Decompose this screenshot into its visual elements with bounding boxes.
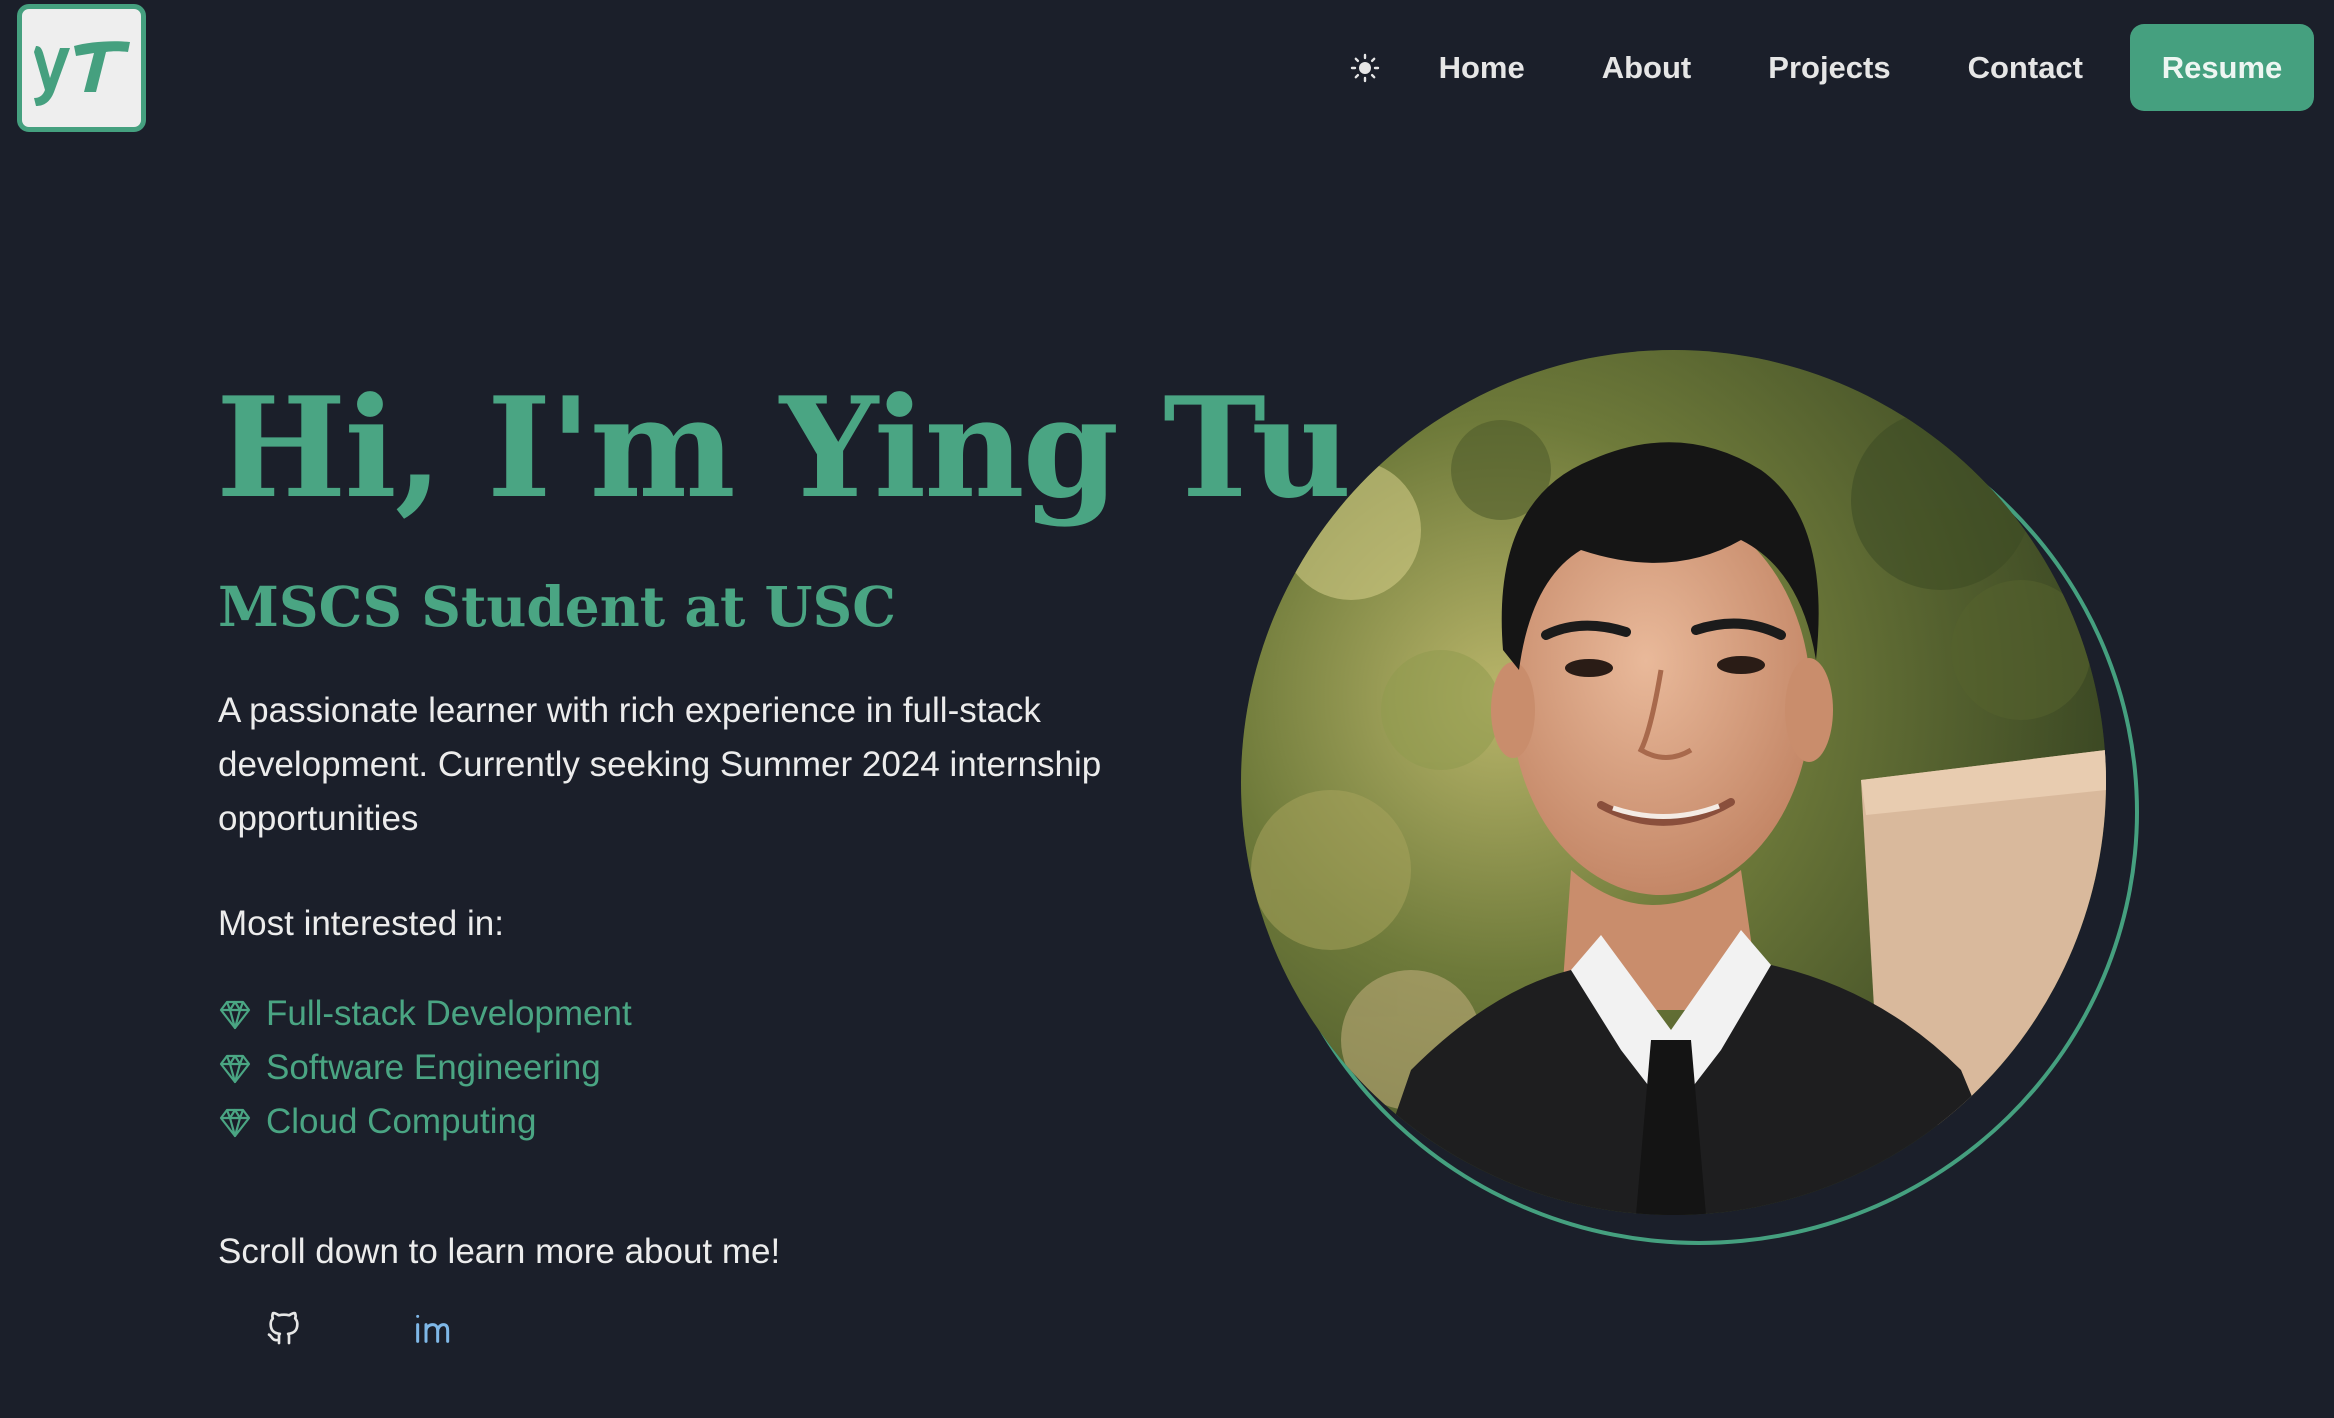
profile-photo	[1241, 350, 2106, 1215]
logo[interactable]	[17, 4, 146, 132]
github-link[interactable]	[262, 1306, 306, 1350]
gem-icon	[218, 1051, 252, 1085]
hero-subtitle: MSCS Student at USC	[218, 574, 896, 639]
gem-icon	[218, 1105, 252, 1139]
interests-heading: Most interested in:	[218, 904, 504, 943]
linkedin-link[interactable]	[409, 1306, 453, 1350]
linkedin-icon	[416, 1314, 450, 1343]
nav-projects-link[interactable]: Projects	[1768, 50, 1890, 86]
nav-contact-link[interactable]: Contact	[1968, 50, 2083, 86]
nav-about-link[interactable]: About	[1602, 50, 1692, 86]
sun-icon	[1350, 53, 1379, 82]
nav-home-link[interactable]: Home	[1439, 50, 1525, 86]
list-item: Cloud Computing	[218, 1095, 632, 1149]
hero-description: A passionate learner with rich experienc…	[218, 691, 1102, 838]
scroll-note: Scroll down to learn more about me!	[218, 1232, 781, 1271]
hero-title: Hi, I'm Ying Tu	[216, 366, 1351, 529]
interests-list: Full-stack Development Software Engineer…	[218, 987, 632, 1149]
yt-logo-icon	[33, 41, 130, 106]
list-item: Full-stack Development	[218, 987, 632, 1041]
theme-toggle-button[interactable]	[1335, 38, 1395, 98]
github-icon	[267, 1311, 299, 1345]
interest-label: Cloud Computing	[266, 1102, 537, 1141]
resume-button[interactable]: Resume	[2130, 24, 2314, 111]
list-item: Software Engineering	[218, 1041, 632, 1095]
gem-icon	[218, 997, 252, 1031]
interest-label: Full-stack Development	[266, 994, 632, 1033]
social-links	[262, 1306, 453, 1350]
main-nav: Home About Projects Contact Resume	[1335, 24, 2314, 111]
interest-label: Software Engineering	[266, 1048, 601, 1087]
